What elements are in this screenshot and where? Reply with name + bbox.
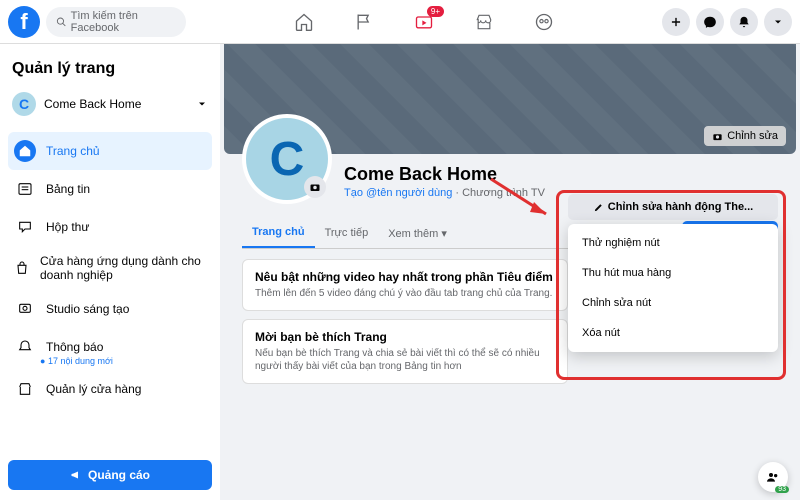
- marketplace-icon[interactable]: [474, 12, 494, 32]
- advertise-button[interactable]: Quảng cáo: [8, 460, 212, 490]
- advertise-label: Quảng cáo: [88, 468, 150, 482]
- search-input[interactable]: Tìm kiếm trên Facebook: [46, 7, 186, 37]
- sidebar-item-label: Trang chủ: [46, 144, 100, 158]
- cta-area: Chỉnh sửa hành động The... Thử nghiệm nú…: [568, 194, 778, 352]
- sidebar-title: Quản lý trang: [8, 54, 212, 88]
- bell-icon: [14, 336, 36, 358]
- page-avatar: C: [12, 92, 36, 116]
- page-title: Come Back Home: [344, 164, 545, 185]
- bag-icon: [14, 257, 30, 279]
- main-content: Chỉnh sửa C Come Back Home Tạo @tên ngườ…: [224, 44, 796, 500]
- camera-icon: [712, 131, 723, 142]
- sidebar-item-home[interactable]: Trang chủ: [8, 132, 212, 170]
- page-name: Come Back Home: [44, 97, 141, 111]
- sidebar-item-label: Quản lý cửa hàng: [46, 382, 141, 396]
- sidebar: Quản lý trang C Come Back Home Trang chủ…: [0, 44, 220, 500]
- chevron-down-icon: [196, 98, 208, 110]
- sidebar-item-newsfeed[interactable]: Bảng tin: [8, 170, 212, 208]
- sidebar-item-inbox[interactable]: Hộp thư: [8, 208, 212, 246]
- newsfeed-icon: [14, 178, 36, 200]
- center-nav: 9+: [186, 12, 662, 32]
- people-widget[interactable]: 93: [758, 462, 788, 492]
- page-avatar-large[interactable]: C: [242, 114, 332, 204]
- invite-body: Nếu bạn bè thích Trang và chia sẻ bài vi…: [255, 347, 555, 373]
- inbox-icon: [14, 216, 36, 238]
- home-icon[interactable]: [294, 12, 314, 32]
- dropdown-item-delete[interactable]: Xóa nút: [568, 318, 778, 348]
- sidebar-item-appstore[interactable]: Cửa hàng ứng dụng dành cho doanh nghiệp: [8, 246, 212, 290]
- facebook-logo[interactable]: f: [8, 6, 40, 38]
- sidebar-list: Trang chủ Bảng tin Hộp thư Cửa hàng ứng …: [8, 132, 212, 408]
- dropdown-item-edit[interactable]: Chỉnh sửa nút: [568, 288, 778, 318]
- edit-cta-button[interactable]: Chỉnh sửa hành động The...: [568, 194, 778, 220]
- invite-card: Mời bạn bè thích Trang Nếu bạn bè thích …: [242, 319, 568, 384]
- studio-icon: [14, 298, 36, 320]
- notifications-sub: ● 17 nội dung mới: [40, 356, 212, 366]
- tab-live[interactable]: Trực tiếp: [315, 219, 379, 247]
- cta-dropdown: Thử nghiệm nút Thu hút mua hàng Chỉnh sử…: [568, 224, 778, 352]
- page-category: Chương trình TV: [462, 187, 545, 199]
- account-dropdown-icon[interactable]: [764, 8, 792, 36]
- tab-more[interactable]: Xem thêm ▾: [378, 219, 457, 248]
- create-username-link[interactable]: Tạo @tên người dùng: [344, 187, 452, 199]
- sidebar-item-studio[interactable]: Studio sáng tạo: [8, 290, 212, 328]
- right-nav: [662, 8, 792, 36]
- spotlight-title: Nêu bật những video hay nhất trong phần …: [255, 270, 555, 284]
- megaphone-icon: [70, 469, 82, 481]
- watch-badge: 9+: [427, 6, 444, 17]
- home-icon: [14, 140, 36, 162]
- search-placeholder: Tìm kiếm trên Facebook: [71, 10, 176, 34]
- tab-home[interactable]: Trang chủ: [242, 218, 315, 248]
- watch-icon[interactable]: 9+: [414, 12, 434, 32]
- dropdown-item-test[interactable]: Thử nghiệm nút: [568, 228, 778, 258]
- spotlight-body: Thêm lên đến 5 video đáng chú ý vào đầu …: [255, 287, 555, 300]
- edit-cta-label: Chỉnh sửa hành động The...: [608, 201, 753, 213]
- sidebar-item-label: Studio sáng tạo: [46, 302, 129, 316]
- page-selector[interactable]: C Come Back Home: [8, 88, 212, 120]
- invite-title: Mời bạn bè thích Trang: [255, 330, 555, 344]
- sidebar-item-label: Cửa hàng ứng dụng dành cho doanh nghiệp: [40, 254, 206, 282]
- bell-icon[interactable]: [730, 8, 758, 36]
- create-icon[interactable]: [662, 8, 690, 36]
- edit-cover-button[interactable]: Chỉnh sửa: [704, 126, 786, 146]
- top-nav: f Tìm kiếm trên Facebook 9+: [0, 0, 800, 44]
- spotlight-card: Nêu bật những video hay nhất trong phần …: [242, 259, 568, 311]
- sidebar-item-label: Hộp thư: [46, 220, 89, 234]
- sidebar-item-label: Bảng tin: [46, 182, 90, 196]
- search-icon: [56, 16, 67, 28]
- edit-cover-label: Chỉnh sửa: [727, 130, 778, 142]
- avatar-camera-button[interactable]: [304, 176, 326, 198]
- sidebar-item-shop[interactable]: Quản lý cửa hàng: [8, 370, 212, 408]
- flag-icon[interactable]: [354, 12, 374, 32]
- sidebar-item-label: Thông báo: [46, 340, 103, 354]
- pencil-icon: [593, 202, 604, 213]
- people-icon: [765, 469, 781, 485]
- dropdown-item-purchase[interactable]: Thu hút mua hàng: [568, 258, 778, 288]
- messenger-icon[interactable]: [696, 8, 724, 36]
- people-count: 93: [775, 486, 789, 493]
- page-subtitle: Tạo @tên người dùng · Chương trình TV: [344, 187, 545, 199]
- shop-icon: [14, 378, 36, 400]
- camera-icon: [309, 181, 321, 193]
- groups-icon[interactable]: [534, 12, 554, 32]
